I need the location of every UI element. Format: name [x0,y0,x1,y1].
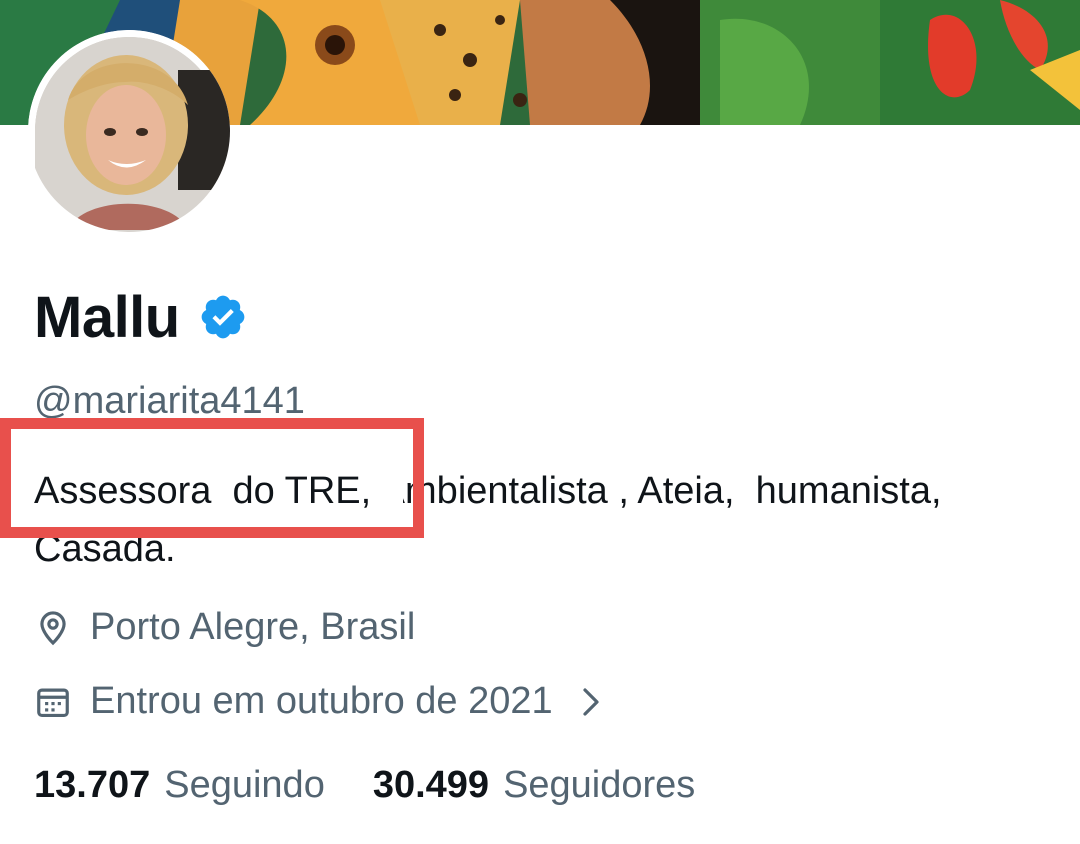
highlighted-bio-text: Assessora do TRE, [34,470,372,512]
chevron-right-icon[interactable] [579,684,605,720]
following-label: Seguindo [164,764,325,806]
calendar-icon [34,683,72,721]
following-link[interactable]: 13.707 Seguindo [34,764,325,807]
following-count: 13.707 [34,764,151,806]
location-text: Porto Alegre, Brasil [90,606,416,648]
verified-badge-icon[interactable] [198,292,248,342]
profile-handle: @mariarita4141 [34,380,305,422]
followers-label: Seguidores [503,764,696,806]
profile-page: Mallu @mariarita4141 Assessora do TRE, A… [0,0,1080,844]
display-name: Mallu [34,284,180,350]
followers-count: 30.499 [372,764,490,806]
follow-stats: 13.707 Seguindo 30.499 Seguidores [34,764,743,807]
joined-row[interactable]: Entrou em outubro de 2021 [34,680,605,723]
profile-avatar[interactable] [28,30,230,232]
followers-link[interactable]: 30.499 Seguidores [373,764,695,807]
location-row: Porto Alegre, Brasil [34,606,415,649]
location-pin-icon [34,609,72,647]
joined-text: Entrou em outubro de 2021 [90,680,553,722]
display-name-row: Mallu [34,282,248,352]
